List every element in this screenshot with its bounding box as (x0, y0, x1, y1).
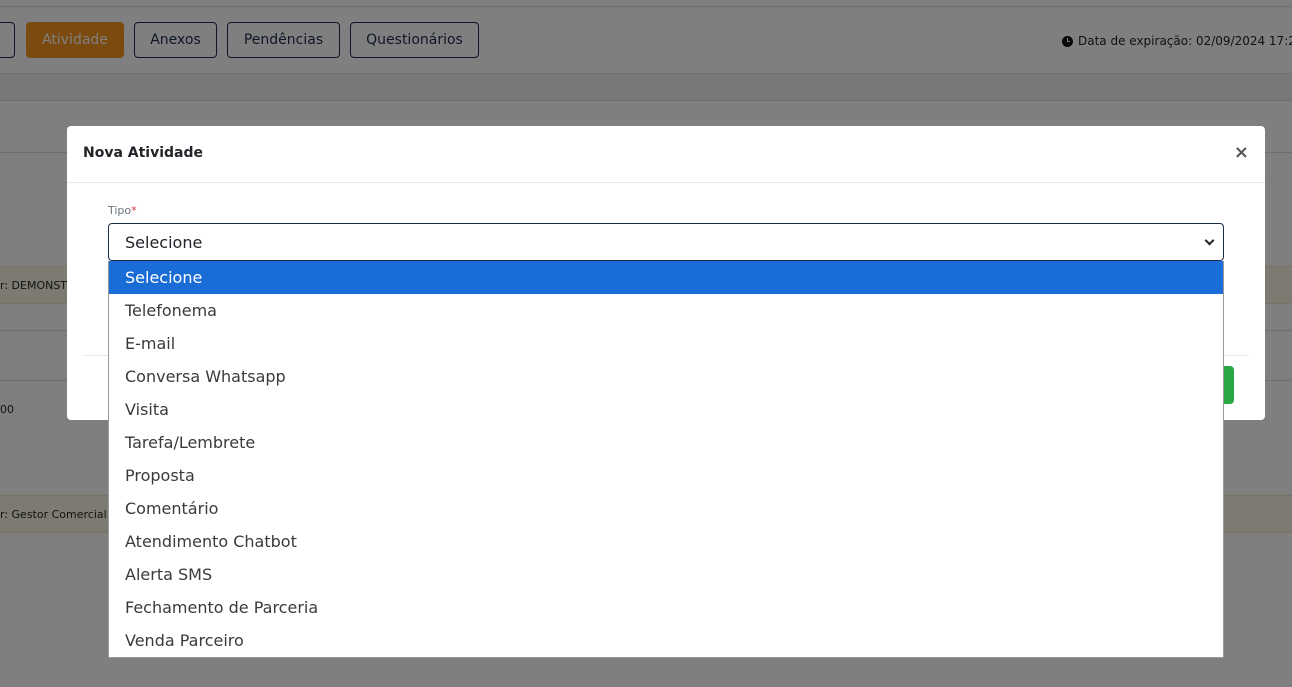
option-venda-parceiro[interactable]: Venda Parceiro (109, 624, 1223, 657)
option-tarefa-lembrete[interactable]: Tarefa/Lembrete (109, 426, 1223, 459)
option-selecione[interactable]: Selecione (109, 261, 1223, 294)
modal-header: Nova Atividade × (67, 126, 1265, 183)
required-mark: * (131, 204, 137, 217)
option-comentario[interactable]: Comentário (109, 492, 1223, 525)
type-dropdown-list: Selecione Telefonema E-mail Conversa Wha… (108, 261, 1224, 658)
option-email[interactable]: E-mail (109, 327, 1223, 360)
chevron-down-icon (1204, 235, 1215, 246)
modal-title: Nova Atividade (83, 145, 204, 161)
option-alerta-sms[interactable]: Alerta SMS (109, 558, 1223, 591)
type-select[interactable]: Selecione (108, 223, 1224, 261)
option-proposta[interactable]: Proposta (109, 459, 1223, 492)
close-icon[interactable]: × (1234, 143, 1249, 163)
type-select-value: Selecione (125, 232, 203, 252)
option-atendimento-chatbot[interactable]: Atendimento Chatbot (109, 525, 1223, 558)
option-fechamento-parceria[interactable]: Fechamento de Parceria (109, 591, 1223, 624)
type-label-text: Tipo (108, 204, 132, 217)
option-telefonema[interactable]: Telefonema (109, 294, 1223, 327)
option-conversa-whatsapp[interactable]: Conversa Whatsapp (109, 360, 1223, 393)
option-visita[interactable]: Visita (109, 393, 1223, 426)
type-label: Tipo* (108, 204, 137, 217)
